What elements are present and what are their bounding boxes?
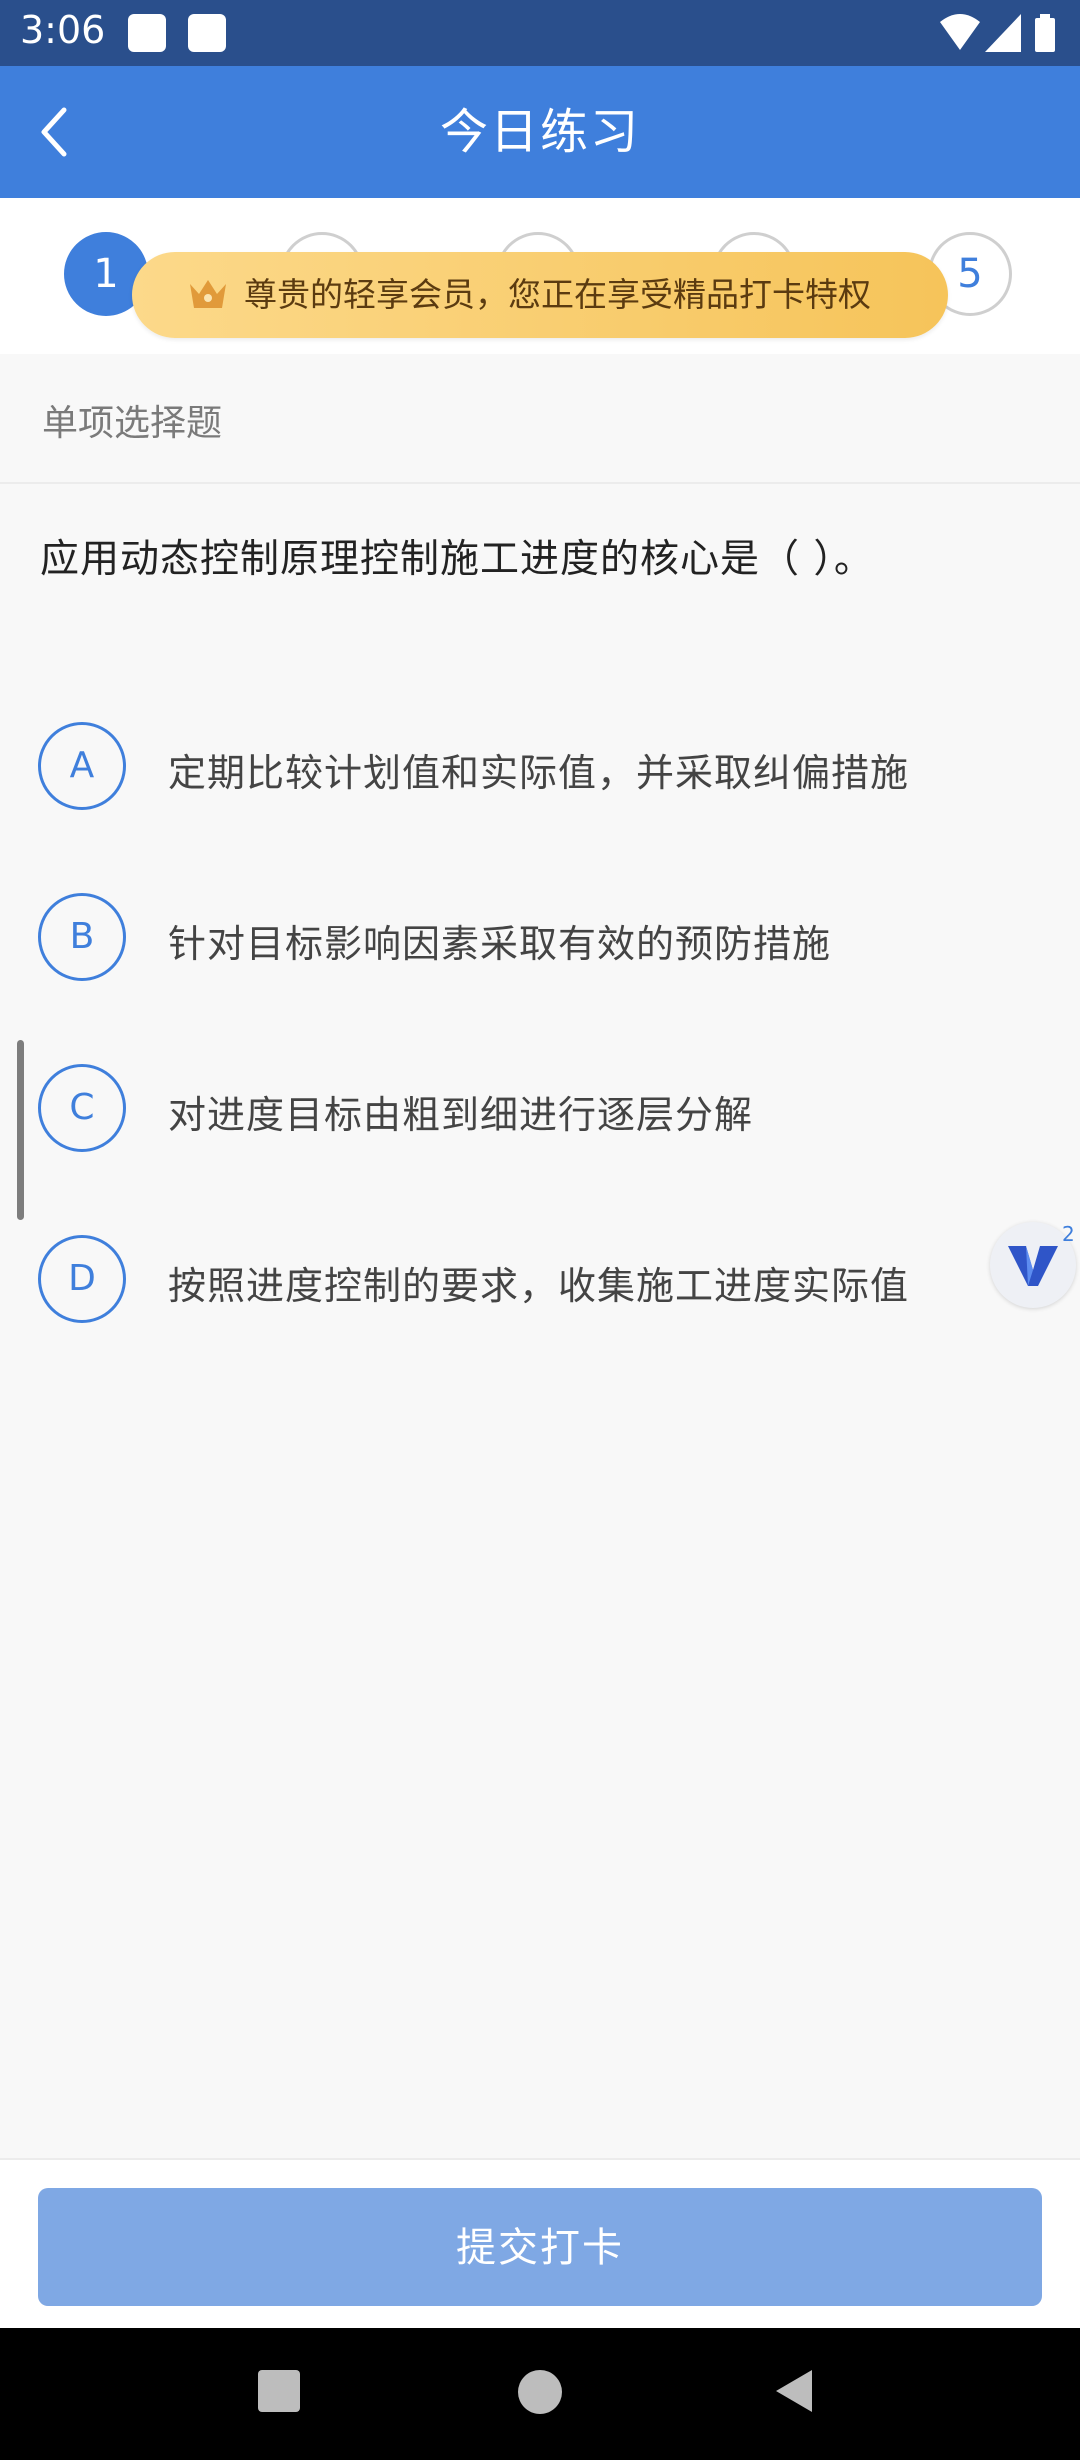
edge-scroll-handle[interactable]	[17, 1040, 24, 1220]
system-nav-bar	[0, 2328, 1080, 2460]
app-bar: 今日练习	[0, 66, 1080, 198]
question-text: 应用动态控制原理控制施工进度的核心是（ ）。	[40, 537, 874, 582]
option-d-marker[interactable]: D	[38, 1235, 126, 1323]
crown-icon	[190, 280, 226, 308]
wifi-icon	[940, 14, 980, 50]
option-d-text[interactable]: 按照进度控制的要求，收集施工进度实际值	[168, 1255, 909, 1310]
option-c-marker[interactable]: C	[38, 1064, 126, 1152]
member-banner-text: 尊贵的轻享会员，您正在享受精品打卡特权	[244, 275, 871, 314]
home-icon[interactable]	[518, 2370, 562, 2414]
notification-icon	[188, 14, 226, 52]
question-type-header: 单项选择题	[0, 354, 1080, 484]
nav-back-icon[interactable]	[772, 2368, 816, 2414]
option-b-marker[interactable]: B	[38, 893, 126, 981]
question-steps: 1 5 尊贵的轻享会员，您正在享受精品打卡特权	[0, 198, 1080, 354]
option-a-marker[interactable]: A	[38, 722, 126, 810]
floating-badge-count: 2	[1062, 1222, 1075, 1246]
option-a[interactable]: A 定期比较计划值和实际值，并采取纠偏措施	[0, 712, 1080, 822]
status-bar: 3:06	[0, 0, 1080, 66]
member-banner: 尊贵的轻享会员，您正在享受精品打卡特权	[132, 252, 948, 338]
option-c-text[interactable]: 对进度目标由粗到细进行逐层分解	[168, 1084, 753, 1139]
option-c[interactable]: C 对进度目标由粗到细进行逐层分解	[0, 1054, 1080, 1164]
option-d[interactable]: D 按照进度控制的要求，收集施工进度实际值	[0, 1225, 1080, 1335]
notification-icon	[128, 14, 166, 52]
submit-checkin-button[interactable]: 提交打卡	[38, 2188, 1042, 2306]
option-b[interactable]: B 针对目标影响因素采取有效的预防措施	[0, 883, 1080, 993]
question-type-label: 单项选择题	[42, 403, 223, 444]
v-logo-icon	[1008, 1246, 1058, 1286]
recents-icon[interactable]	[258, 2370, 300, 2412]
battery-icon	[1035, 14, 1055, 52]
cellular-signal-icon	[985, 14, 1021, 52]
status-time: 3:06	[20, 8, 106, 52]
back-arrow-icon[interactable]	[30, 102, 90, 162]
footer: 提交打卡	[0, 2158, 1080, 2330]
option-b-text[interactable]: 针对目标影响因素采取有效的预防措施	[168, 913, 831, 968]
page-title: 今日练习	[439, 104, 640, 160]
option-a-text[interactable]: 定期比较计划值和实际值，并采取纠偏措施	[168, 742, 909, 797]
